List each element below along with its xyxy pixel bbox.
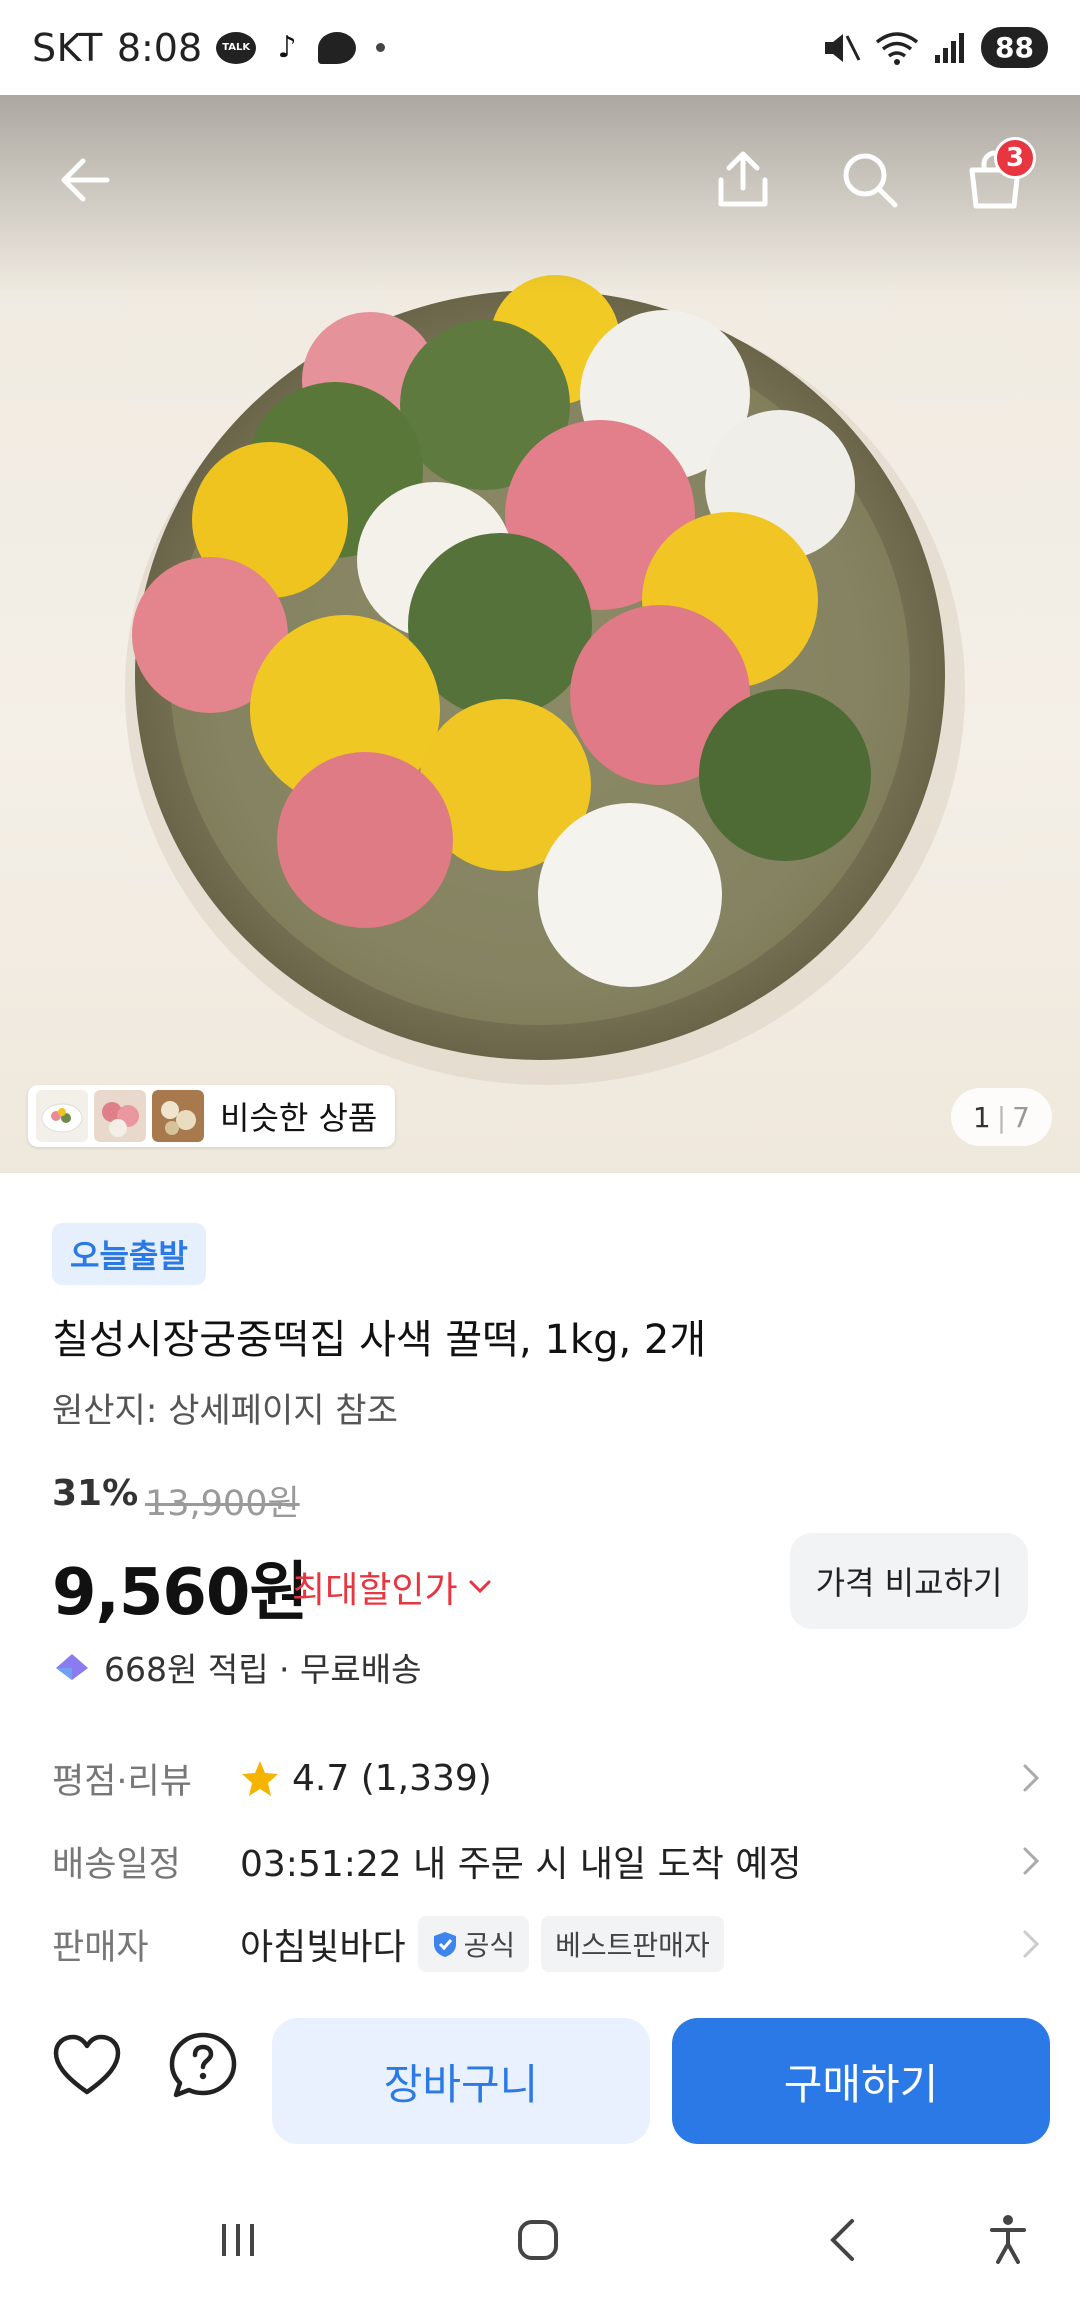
similar-products-button[interactable]: 비슷한 상품 bbox=[28, 1085, 396, 1147]
seller-row[interactable]: 판매자 아침빛바다 공식 베스트판매자 bbox=[0, 1909, 1080, 1979]
pager-separator: | bbox=[996, 1100, 1007, 1134]
price-compare-button[interactable]: 가격 비교하기 bbox=[790, 1533, 1028, 1629]
add-to-cart-button[interactable]: 장바구니 bbox=[272, 2018, 650, 2144]
product-origin: 원산지: 상세페이지 참조 bbox=[52, 1391, 398, 1431]
signal-icon bbox=[935, 32, 965, 63]
chevron-down-icon bbox=[469, 1580, 491, 1594]
chevron-right-icon bbox=[1023, 1930, 1040, 1958]
seller-label: 판매자 bbox=[52, 1927, 149, 1968]
delivery-label: 배송일정 bbox=[52, 1844, 181, 1885]
delivery-value: 03:51:22 내 주문 시 내일 도착 예정 bbox=[240, 1844, 802, 1885]
accessibility-button[interactable] bbox=[968, 2200, 1048, 2280]
reward-points-icon bbox=[56, 1654, 88, 1680]
system-navigation-bar bbox=[0, 2160, 1080, 2316]
status-bar: SKT 8:08 TALK ♪ 88 bbox=[0, 0, 1080, 95]
original-price: 13,900원 bbox=[145, 1484, 300, 1524]
rating-value-group: 4.7 (1,339) bbox=[240, 1758, 492, 1799]
battery-indicator: 88 bbox=[981, 27, 1048, 68]
heart-icon bbox=[53, 2034, 121, 2095]
similar-thumbnail-1 bbox=[36, 1090, 88, 1142]
points-shipping-text: 668원 적립 · 무료배송 bbox=[104, 1650, 422, 1689]
points-shipping: 668원 적립 · 무료배송 bbox=[52, 1643, 421, 1691]
cart-button[interactable]: 3 bbox=[950, 135, 1040, 225]
delivery-today-badge: 오늘출발 bbox=[52, 1223, 206, 1285]
chat-bubble-icon bbox=[318, 31, 357, 64]
mute-icon bbox=[825, 33, 861, 62]
search-icon bbox=[843, 153, 898, 208]
max-discount-dropdown[interactable]: 최대할인가 bbox=[292, 1561, 492, 1613]
seller-value-group: 아침빛바다 공식 베스트판매자 bbox=[240, 1916, 724, 1972]
more-notifications-icon bbox=[376, 43, 386, 52]
kakaotalk-icon: TALK bbox=[216, 31, 257, 64]
back-chevron-icon bbox=[830, 2219, 854, 2261]
share-button[interactable] bbox=[698, 135, 788, 225]
recent-apps-icon bbox=[222, 2224, 254, 2256]
similar-thumbnail-3 bbox=[152, 1090, 204, 1142]
inquiry-button[interactable] bbox=[158, 2020, 248, 2110]
rating-review-row[interactable]: 평점·리뷰 4.7 (1,339) bbox=[0, 1743, 1080, 1813]
similar-thumbnail-2 bbox=[94, 1090, 146, 1142]
delivery-schedule-row[interactable]: 배송일정 03:51:22 내 주문 시 내일 도착 예정 bbox=[0, 1826, 1080, 1896]
best-seller-tag: 베스트판매자 bbox=[541, 1916, 724, 1972]
status-right: 88 bbox=[821, 27, 1048, 68]
official-tag: 공식 bbox=[417, 1916, 530, 1972]
chevron-right-icon bbox=[1023, 1847, 1040, 1875]
arrow-left-icon bbox=[61, 158, 110, 202]
similar-products-label: 비슷한 상품 bbox=[220, 1099, 378, 1137]
discount-rate: 31% bbox=[52, 1473, 139, 1514]
cart-count-badge: 3 bbox=[994, 137, 1036, 179]
wifi-icon bbox=[875, 31, 919, 65]
max-discount-label: 최대할인가 bbox=[292, 1570, 458, 1611]
product-title: 칠성시장궁중떡집 사색 꿀떡, 1kg, 2개 bbox=[52, 1317, 707, 1363]
buy-now-button[interactable]: 구매하기 bbox=[672, 2018, 1050, 2144]
bottom-action-bar: 장바구니 구매하기 bbox=[0, 1990, 1080, 2160]
accessibility-icon bbox=[990, 2215, 1026, 2264]
back-nav-button[interactable] bbox=[802, 2200, 882, 2280]
pager-current: 1 bbox=[972, 1100, 991, 1134]
rating-label: 평점·리뷰 bbox=[52, 1761, 192, 1802]
status-left: SKT 8:08 TALK ♪ bbox=[32, 25, 386, 70]
carrier-label: SKT bbox=[32, 25, 103, 70]
verified-shield-icon bbox=[433, 1932, 456, 1957]
chevron-right-icon bbox=[1023, 1764, 1040, 1792]
product-header-nav: 3 bbox=[0, 135, 1080, 225]
home-button[interactable] bbox=[498, 2200, 578, 2280]
product-image-carousel[interactable]: 3 비슷한 상품 1 | 7 bbox=[0, 95, 1080, 1173]
home-icon bbox=[518, 2220, 558, 2260]
tiktok-icon: ♪ bbox=[277, 30, 297, 65]
clock: 8:08 bbox=[116, 25, 203, 70]
image-pager: 1 | 7 bbox=[950, 1088, 1052, 1146]
seller-name: 아침빛바다 bbox=[240, 1927, 406, 1968]
official-tag-label: 공식 bbox=[463, 1929, 516, 1962]
star-icon bbox=[242, 1761, 278, 1796]
sale-price: 9,560원 bbox=[52, 1556, 308, 1630]
share-icon bbox=[718, 151, 768, 207]
recent-apps-button[interactable] bbox=[198, 2200, 278, 2280]
question-bubble-icon bbox=[169, 2032, 237, 2098]
wishlist-button[interactable] bbox=[42, 2020, 132, 2110]
search-button[interactable] bbox=[825, 135, 915, 225]
pager-total: 7 bbox=[1012, 1100, 1030, 1134]
rating-value: 4.7 (1,339) bbox=[292, 1757, 492, 1799]
back-button[interactable] bbox=[40, 135, 130, 225]
